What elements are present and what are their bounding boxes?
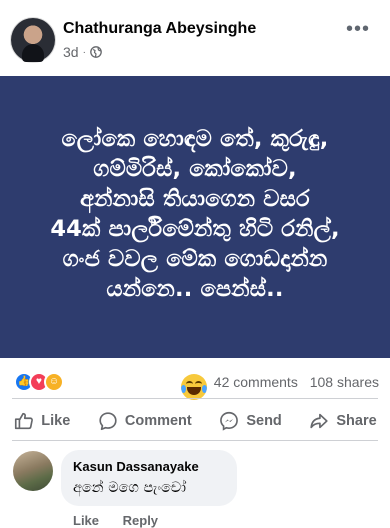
share-label: Share: [336, 413, 377, 429]
more-options-icon[interactable]: •••: [346, 18, 370, 41]
share-button[interactable]: Share: [302, 405, 382, 437]
comment-button[interactable]: Comment: [91, 405, 198, 437]
author-name[interactable]: Chathuranga Abeysinghe: [63, 20, 256, 38]
like-label: Like: [41, 413, 71, 429]
comment-label: Comment: [124, 413, 192, 429]
laughing-tears-emoji-icon: [181, 374, 207, 400]
post-text-line: ගම්මිරිස්, කෝකෝව,: [93, 156, 297, 182]
post-action-bar: Like Comment Send Share: [0, 405, 390, 437]
divider: [12, 440, 378, 441]
post-time[interactable]: 3d: [63, 44, 79, 60]
haha-reaction-icon: ☺: [44, 372, 64, 392]
post-text-line: යන්නෙ.. පෙන්ස්..: [106, 276, 284, 302]
post-text-line: ගංජ වවල මේක ගොඩදාන්න: [62, 246, 328, 272]
shares-count[interactable]: 108 shares: [310, 374, 379, 390]
separator-dot: ·: [82, 46, 86, 58]
reaction-summary[interactable]: 👍 ♥ ☺: [14, 372, 64, 392]
post-text: ලෝකෙ හොඳම තේ, කුරුඳු, ගම්මිරිස්, කෝකෝව, …: [50, 124, 339, 304]
share-icon: [310, 413, 328, 429]
post-text-line: අන්නාසි තියාගෙන වසර: [80, 186, 310, 212]
post-stats: 42 comments 108 shares: [214, 374, 379, 390]
post-image[interactable]: ලෝකෙ හොඳම තේ, කුරුඳු, ගම්මිරිස්, කෝකෝව, …: [0, 76, 390, 400]
divider: [12, 398, 378, 399]
commenter-avatar[interactable]: [13, 451, 53, 491]
send-button[interactable]: Send: [212, 405, 287, 437]
comment-text: අනේ මගෙ පැංචෝ: [73, 480, 187, 496]
post-header: Chathuranga Abeysinghe 3d · •••: [0, 0, 390, 76]
post-meta: 3d ·: [63, 44, 102, 60]
author-avatar[interactable]: [11, 18, 55, 62]
like-button[interactable]: Like: [7, 405, 76, 437]
send-label: Send: [246, 413, 282, 429]
post-text-line: ලෝකෙ හොඳම තේ, කුරුඳු,: [61, 126, 329, 152]
globe-icon: [90, 46, 102, 58]
messenger-icon: [220, 411, 239, 431]
comments-count[interactable]: 42 comments: [214, 374, 298, 390]
post-text-line: 44ක් පාර්ලිමේන්තු හිටි රනිල්,: [50, 216, 340, 242]
comment-icon: [99, 412, 117, 431]
comment-bubble[interactable]: Kasun Dassanayake අනේ මගෙ පැංචෝ: [61, 450, 237, 506]
thumbs-up-icon: [15, 412, 34, 430]
commenter-name[interactable]: Kasun Dassanayake: [73, 459, 199, 474]
